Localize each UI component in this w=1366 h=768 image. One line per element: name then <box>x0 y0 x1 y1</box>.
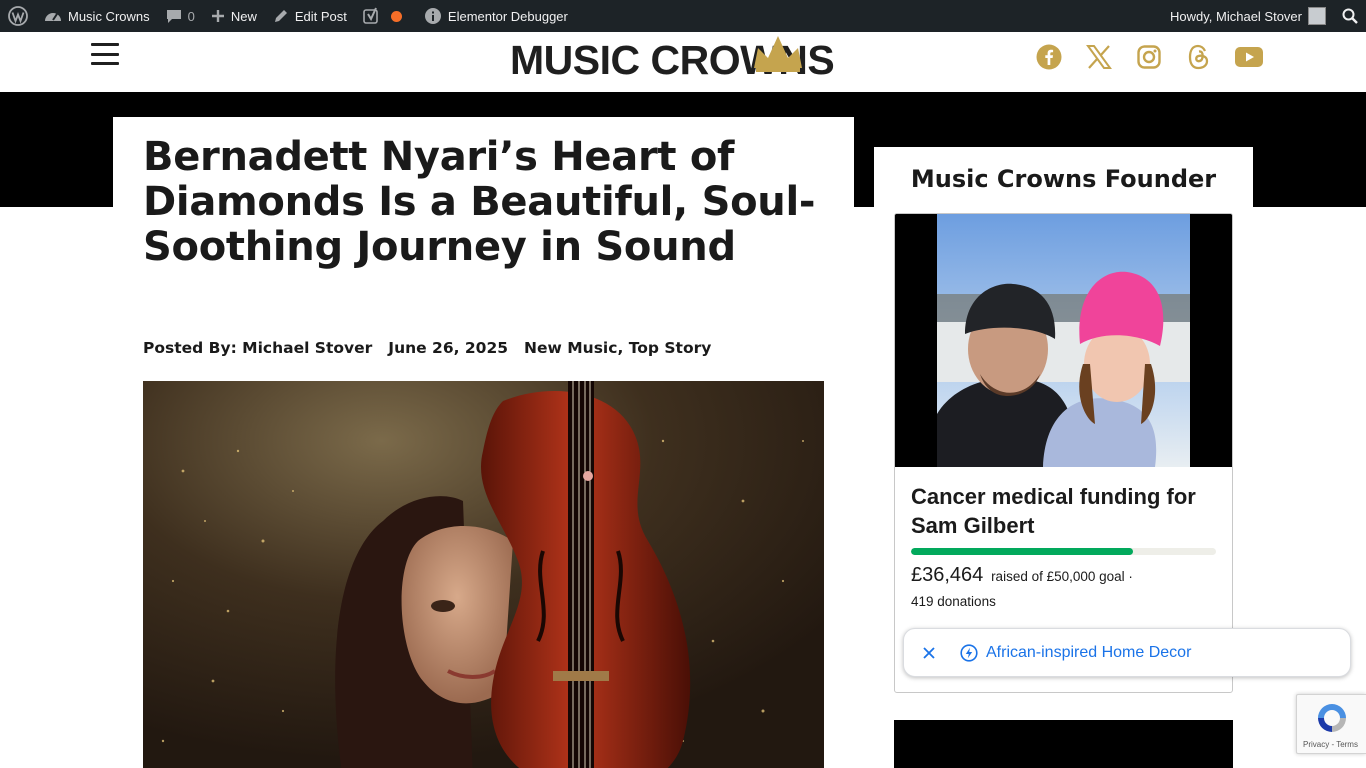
user-account-menu[interactable]: Howdy, Michael Stover <box>1162 0 1334 32</box>
wordpress-logo-button[interactable] <box>0 0 36 32</box>
admin-search-button[interactable] <box>1334 0 1366 32</box>
sidebar-ad-block <box>894 720 1233 768</box>
edit-post-button[interactable]: Edit Post <box>265 0 355 32</box>
search-icon <box>1342 8 1358 24</box>
instagram-icon <box>1137 45 1161 69</box>
admin-bar: Music Crowns 0 New Edit Post Elementor D… <box>0 0 1366 32</box>
avatar <box>1308 7 1326 25</box>
article-meta: Posted By: Michael Stover June 26, 2025 … <box>143 339 711 357</box>
raised-goal-text: raised of £50,000 goal · <box>991 569 1133 584</box>
comment-icon <box>166 10 181 23</box>
fundraiser-photo-image <box>895 214 1232 467</box>
lightning-icon <box>960 643 978 662</box>
hamburger-line <box>91 43 119 46</box>
fundraiser-progress-fill <box>911 548 1134 555</box>
instagram-link[interactable] <box>1134 42 1164 72</box>
featured-image <box>143 381 824 768</box>
facebook-link[interactable] <box>1034 42 1064 72</box>
seo-menu[interactable] <box>355 0 410 32</box>
seo-status-dot <box>390 10 402 22</box>
comments-menu[interactable]: 0 <box>158 0 203 32</box>
featured-image-violinist <box>143 381 824 768</box>
recaptcha-badge[interactable]: Privacy - Terms <box>1296 694 1366 754</box>
hamburger-line <box>91 62 119 65</box>
page: Music Crowns 0 New Edit Post Elementor D… <box>0 0 1366 768</box>
site-header: MUSIC CROWNS <box>0 32 1366 92</box>
dashboard-icon <box>45 13 61 21</box>
crown-icon <box>754 36 802 72</box>
elementor-debugger-label: Elementor Debugger <box>447 8 568 24</box>
yoast-icon <box>363 7 378 24</box>
article-title: Bernadett Nyari’s Heart of Diamonds Is a… <box>143 134 816 270</box>
article-card: Bernadett Nyari’s Heart of Diamonds Is a… <box>113 117 854 768</box>
sidebar-heading: Music Crowns Founder <box>910 165 1217 193</box>
category-link-new-music[interactable]: New Music <box>524 339 617 357</box>
fundraiser-title[interactable]: Cancer medical funding for Sam Gilbert <box>911 482 1221 540</box>
comments-count: 0 <box>187 8 195 24</box>
wordpress-icon <box>8 6 28 26</box>
site-logo[interactable]: MUSIC CROWNS <box>510 32 856 92</box>
x-link[interactable] <box>1084 42 1114 72</box>
fundraiser-raised: £36,464 raised of £50,000 goal · <box>911 564 1133 587</box>
menu-toggle-button[interactable] <box>91 43 119 65</box>
site-name-menu[interactable]: Music Crowns <box>36 0 158 32</box>
ad-link-text[interactable]: African-inspired Home Decor <box>986 644 1191 662</box>
plus-icon <box>211 10 224 22</box>
pencil-icon <box>274 10 287 22</box>
category-link-top-story[interactable]: Top Story <box>629 339 712 357</box>
donations-count: 419 donations <box>911 594 996 609</box>
post-categories: New Music, Top Story <box>524 339 711 357</box>
elementor-debugger-menu[interactable]: Elementor Debugger <box>416 0 576 32</box>
fundraiser-progress-bar <box>911 548 1216 555</box>
close-icon <box>923 646 935 659</box>
ad-bolt-icon-wrap <box>959 643 979 663</box>
edit-post-label: Edit Post <box>294 8 347 24</box>
site-name-label: Music Crowns <box>68 8 150 24</box>
new-label: New <box>230 8 257 24</box>
x-icon <box>1086 45 1112 69</box>
ad-close-button[interactable] <box>919 643 939 663</box>
youtube-link[interactable] <box>1234 42 1264 72</box>
recaptcha-icon <box>1318 704 1346 732</box>
fundraiser-photo <box>895 214 1232 467</box>
author-line: Posted By: Michael Stover <box>143 339 373 357</box>
recaptcha-terms[interactable]: Privacy - Terms <box>1303 740 1358 749</box>
post-date: June 26, 2025 <box>388 339 509 357</box>
facebook-icon <box>1036 44 1062 70</box>
social-links <box>1034 42 1284 72</box>
youtube-icon <box>1235 47 1263 67</box>
category-separator: , <box>617 339 629 357</box>
hamburger-line <box>91 52 119 56</box>
info-icon <box>424 8 441 24</box>
threads-link[interactable] <box>1184 42 1214 72</box>
raised-amount: £36,464 <box>911 564 984 586</box>
admin-bar-right: Howdy, Michael Stover <box>1162 0 1366 32</box>
fundraiser-card[interactable]: Cancer medical funding for Sam Gilbert £… <box>894 213 1233 693</box>
anchor-ad[interactable]: African-inspired Home Decor <box>903 628 1351 677</box>
new-content-menu[interactable]: New <box>203 0 265 32</box>
threads-icon <box>1188 44 1209 70</box>
greeting-label: Howdy, Michael Stover <box>1170 8 1302 24</box>
